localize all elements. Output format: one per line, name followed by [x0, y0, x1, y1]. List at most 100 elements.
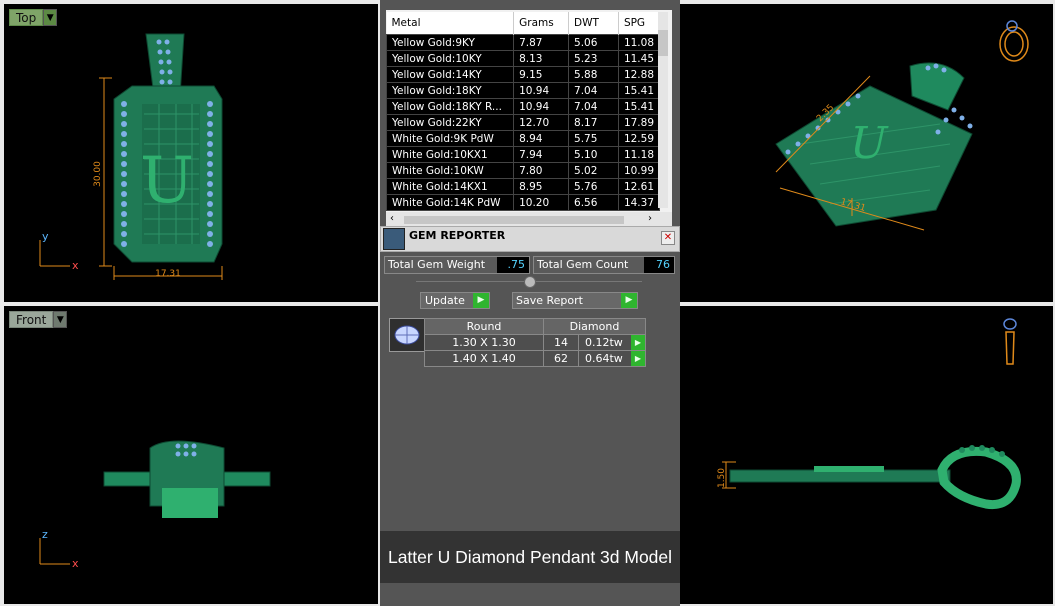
spg-cell: 17.89 [617, 114, 661, 131]
spg-cell: 12.61 [617, 178, 661, 195]
spg-cell: 11.18 [617, 146, 661, 163]
dimension-width-label: 17.31 [155, 269, 181, 279]
dwt-cell: 5.76 [568, 178, 619, 195]
table-row[interactable]: White Gold:10KX1 7.94 5.10 11.18 [385, 146, 661, 163]
metal-cell: White Gold:14K PdW [385, 194, 515, 211]
gem-table: Round Diamond 1.30 X 1.30 14 0.12tw ▶ 1.… [424, 318, 646, 367]
viewport-right[interactable]: 1.50 [680, 306, 1053, 604]
dwt-cell: 5.88 [568, 66, 619, 83]
grams-cell: 8.94 [513, 130, 570, 147]
center-panel: Metal Grams DWT SPG Yellow Gold:9KY 7.87 5… [380, 0, 680, 606]
dwt-cell: 5.10 [568, 146, 619, 163]
total-gem-weight-value: .75 [497, 257, 529, 273]
dimension-height-label: 30.00 [93, 161, 103, 187]
perspective-view-model: U 2.35 17.31 [775, 20, 1029, 231]
table-row[interactable]: Yellow Gold:10KY 8.13 5.23 11.45 [385, 50, 661, 67]
gem-reporter-title: GEM REPORTER [409, 229, 506, 242]
metal-cell: Yellow Gold:14KY [385, 66, 515, 83]
front-view-model: z x [39, 440, 271, 570]
gem-size-cell: 1.40 X 1.40 [424, 350, 544, 367]
dwt-cell: 6.56 [568, 194, 619, 211]
slider-handle-icon[interactable] [524, 276, 536, 288]
viewport-perspective[interactable]: U 2.35 17.31 [680, 4, 1053, 302]
viewport-top[interactable]: U 30.00 17.31 y x Top ▼ [4, 4, 378, 302]
save-report-button[interactable]: Save Report ▶ [512, 292, 638, 309]
pendant-icon[interactable] [1003, 318, 1017, 365]
table-row[interactable]: Yellow Gold:14KY 9.15 5.88 12.88 [385, 66, 661, 83]
dwt-cell: 5.75 [568, 130, 619, 147]
grams-cell: 9.15 [513, 66, 570, 83]
column-header-spg[interactable]: SPG [618, 12, 661, 35]
table-row[interactable]: White Gold:9K PdW 8.94 5.75 12.59 [385, 130, 661, 147]
column-header-grams[interactable]: Grams [513, 12, 570, 35]
spg-cell: 10.99 [617, 162, 661, 179]
top-view-model: U 30.00 17.31 y x [39, 33, 223, 280]
metal-cell: White Gold:14KX1 [385, 178, 515, 195]
table-row[interactable]: Yellow Gold:9KY 7.87 5.06 11.08 [385, 34, 661, 51]
table-row[interactable]: Yellow Gold:18KY R... 10.94 7.04 15.41 [385, 98, 661, 115]
spg-cell: 11.08 [617, 34, 661, 51]
play-icon: ▶ [621, 293, 637, 308]
top-view-letter: U [140, 144, 194, 218]
scroll-left-icon[interactable]: ‹ [390, 213, 394, 224]
grams-cell: 7.80 [513, 162, 570, 179]
table-row[interactable]: 1.40 X 1.40 62 0.64tw ▶ [424, 350, 646, 367]
update-button[interactable]: Update ▶ [420, 292, 490, 309]
column-header-metal[interactable]: Metal [386, 12, 515, 35]
grams-cell: 10.20 [513, 194, 570, 211]
viewport-top-menu[interactable]: Top ▼ [9, 9, 58, 26]
metal-table: Metal Grams DWT SPG Yellow Gold:9KY 7.87 5… [385, 12, 661, 211]
table-row[interactable]: Yellow Gold:18KY 10.94 7.04 15.41 [385, 82, 661, 99]
gem-weight-cell: 0.12tw ▶ [578, 334, 646, 351]
chevron-down-icon[interactable]: ▼ [53, 311, 68, 328]
table-row[interactable]: Yellow Gold:22KY 12.70 8.17 17.89 [385, 114, 661, 131]
total-gem-count-label: Total Gem Count [537, 258, 629, 271]
viewport-front-menu[interactable]: Front ▼ [9, 311, 68, 328]
grams-cell: 7.87 [513, 34, 570, 51]
play-icon[interactable]: ▶ [631, 351, 645, 366]
spg-cell: 12.88 [617, 66, 661, 83]
total-gem-weight-field: Total Gem Weight .75 [384, 256, 530, 274]
viewport-top-label: Top [9, 9, 44, 26]
total-gem-count-field: Total Gem Count 76 [533, 256, 675, 274]
spg-cell: 11.45 [617, 50, 661, 67]
product-title-banner: Latter U Diamond Pendant 3d Model [380, 531, 680, 583]
gem-reporter-titlebar: GEM REPORTER ✕ [380, 226, 680, 252]
horizontal-scroll-thumb[interactable] [404, 216, 624, 224]
table-row[interactable]: White Gold:14KX1 8.95 5.76 12.61 [385, 178, 661, 195]
viewport-front-label: Front [9, 311, 54, 328]
metal-cell: Yellow Gold:18KY R... [385, 98, 515, 115]
vertical-scroll-thumb[interactable] [658, 30, 668, 56]
gem-count-cell: 14 [543, 334, 579, 351]
grams-cell: 10.94 [513, 98, 570, 115]
play-icon[interactable]: ▶ [631, 335, 645, 350]
table-row[interactable]: 1.30 X 1.30 14 0.12tw ▶ [424, 334, 646, 351]
grams-cell: 12.70 [513, 114, 570, 131]
dwt-cell: 8.17 [568, 114, 619, 131]
total-gem-weight-label: Total Gem Weight [388, 258, 486, 271]
spg-cell: 14.37 [617, 194, 661, 211]
right-view-model: 1.50 [717, 318, 1021, 510]
gem-count-cell: 62 [543, 350, 579, 367]
axis-x-label-front: x [72, 557, 79, 570]
table-row[interactable]: White Gold:10KW 7.80 5.02 10.99 [385, 162, 661, 179]
gem-type-header: Diamond [543, 318, 646, 335]
metal-cell: Yellow Gold:10KY [385, 50, 515, 67]
ring-icon[interactable] [999, 20, 1029, 62]
scroll-right-icon[interactable]: › [648, 213, 652, 224]
vertical-scrollbar[interactable] [658, 12, 668, 208]
close-icon[interactable]: ✕ [661, 231, 675, 245]
dwt-cell: 7.04 [568, 82, 619, 99]
spg-cell: 15.41 [617, 82, 661, 99]
chevron-down-icon[interactable]: ▼ [43, 9, 58, 26]
update-button-label: Update [425, 294, 465, 307]
axis-y-label: y [42, 230, 49, 243]
grams-cell: 8.95 [513, 178, 570, 195]
table-row[interactable]: White Gold:14K PdW 10.20 6.56 14.37 [385, 194, 661, 211]
viewport-front[interactable]: z x Front ▼ [4, 306, 378, 604]
play-icon: ▶ [473, 293, 489, 308]
save-report-button-label: Save Report [516, 294, 583, 307]
metal-cell: White Gold:10KW [385, 162, 515, 179]
column-header-dwt[interactable]: DWT [568, 12, 619, 35]
axis-z-label: z [42, 528, 48, 541]
